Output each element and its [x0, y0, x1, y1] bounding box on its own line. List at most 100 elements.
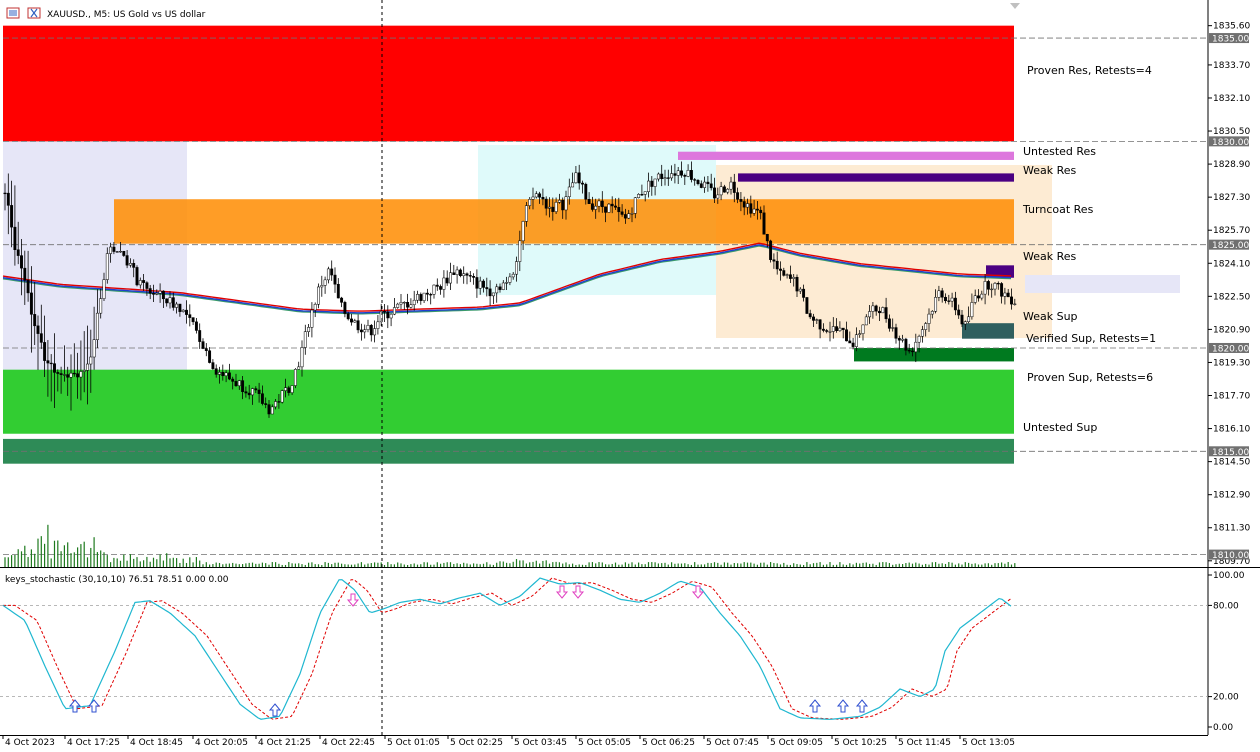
chart-canvas[interactable]: Proven Res, Retests=4 Untested Res Weak … [0, 0, 1260, 748]
window-icon[interactable] [27, 7, 41, 19]
candle-body [980, 293, 984, 299]
candle-body [10, 205, 14, 228]
candle-body [937, 290, 941, 298]
volume-bar [116, 558, 118, 567]
candle-body [924, 323, 928, 330]
volume-bar [298, 563, 300, 567]
volume-bar [1001, 562, 1003, 567]
candle-body [122, 250, 126, 256]
volume-bar [737, 563, 739, 567]
price-tick-label: 1832.10 [1213, 94, 1250, 104]
candle-body [699, 183, 703, 188]
volume-bar [24, 545, 26, 567]
candle-body [188, 314, 192, 318]
volume-bar [476, 563, 478, 567]
candle-body [145, 282, 149, 289]
volume-bar [849, 563, 851, 567]
chart-window[interactable]: Proven Res, Retests=4 Untested Res Weak … [0, 0, 1260, 748]
candle-body [475, 277, 479, 289]
volume-bar [974, 563, 976, 567]
volume-bar [845, 564, 848, 567]
volume-bar [984, 563, 986, 567]
price-tick-label: 1820.90 [1213, 325, 1250, 335]
volume-bar [284, 564, 287, 567]
volume-bar [842, 564, 844, 567]
candle-body [175, 303, 179, 308]
candle-body [267, 404, 271, 415]
candle-body [798, 288, 802, 292]
candle-body [287, 387, 291, 393]
volume-bar [27, 557, 29, 567]
candle-body [703, 181, 707, 188]
volume-bar [63, 545, 65, 567]
candle-body [224, 372, 228, 377]
volume-bar [512, 561, 514, 567]
candle-body [726, 188, 730, 193]
volume-bar [704, 564, 706, 567]
volume-bar [727, 562, 729, 567]
volume-bar [829, 562, 831, 567]
volume-bar [268, 564, 270, 567]
candle-body [406, 302, 410, 308]
candle-body [290, 385, 294, 393]
volume-bar [334, 562, 336, 567]
volume-bar [466, 563, 468, 567]
candle-body [614, 205, 617, 208]
candle-body [399, 302, 403, 305]
candle-body [392, 307, 396, 315]
candle-body [673, 173, 677, 176]
candle-body [584, 183, 588, 200]
time-tick-label: 5 Oct 03:45 [514, 738, 567, 748]
candle-body [821, 328, 825, 331]
volume-bar [354, 564, 356, 567]
volume-bar [238, 564, 240, 567]
volume-bar [156, 559, 158, 567]
candle-body [861, 324, 865, 334]
volume-bar [360, 562, 362, 567]
candle-body [911, 350, 914, 353]
chart-menu-icon[interactable] [6, 7, 20, 19]
volume-bar [449, 562, 452, 567]
volume-bar [935, 562, 937, 567]
volume-bar [674, 563, 676, 567]
candle-body [967, 316, 971, 322]
volume-bar [169, 558, 171, 567]
volume-bar [644, 564, 646, 567]
candle-body [600, 200, 604, 208]
candle-body [307, 327, 311, 332]
volume-bar [166, 553, 168, 567]
volume-bar [994, 563, 996, 567]
volume-bar [11, 555, 13, 567]
volume-bar [232, 562, 234, 567]
volume-bar [17, 549, 19, 567]
volume-bar [364, 564, 366, 567]
candle-body [488, 288, 492, 297]
candle-body [538, 193, 542, 198]
candle-body [680, 170, 683, 176]
candle-body [944, 296, 947, 302]
candle-body [650, 180, 654, 187]
candle-body [208, 350, 212, 363]
volume-bar [779, 564, 782, 567]
candle-body [640, 194, 644, 196]
volume-bar [248, 562, 250, 567]
candle-body [864, 316, 868, 326]
volume-bar [776, 563, 778, 567]
volume-bar [905, 563, 907, 567]
candle-body [171, 297, 175, 308]
volume-bar [958, 563, 960, 567]
volume-bar [684, 563, 686, 567]
candle-body [647, 180, 650, 192]
volume-bar [1007, 562, 1009, 567]
candle-body [56, 372, 60, 374]
candle-body [158, 290, 162, 294]
volume-bar [789, 564, 791, 567]
volume-bar [951, 562, 953, 567]
volume-bar [859, 563, 861, 567]
candle-body [425, 292, 429, 295]
candle-body [396, 303, 400, 308]
indicator-tick-label: 0.00 [1213, 723, 1233, 733]
candle-body [317, 286, 320, 305]
candle-body [330, 268, 334, 276]
candle-body [831, 326, 835, 332]
